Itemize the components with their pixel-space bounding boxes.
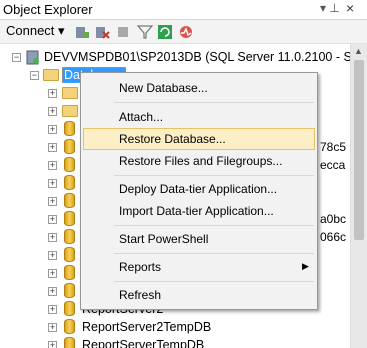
- expand-icon[interactable]: +: [48, 341, 57, 348]
- activity-monitor-icon[interactable]: [178, 24, 194, 40]
- menu-item-label: Import Data-tier Application...: [119, 204, 274, 218]
- folder-icon: [62, 105, 78, 117]
- tree-node-database[interactable]: +: [0, 192, 80, 210]
- expand-icon[interactable]: +: [48, 287, 57, 296]
- collapse-icon[interactable]: −: [12, 53, 21, 62]
- menu-separator: [114, 175, 314, 176]
- tree-node-database[interactable]: +: [0, 264, 80, 282]
- refresh-icon[interactable]: [157, 24, 173, 40]
- close-icon[interactable]: ×: [346, 0, 354, 16]
- expand-icon[interactable]: +: [48, 107, 57, 116]
- tree-node-database[interactable]: +: [0, 174, 80, 192]
- expand-icon[interactable]: +: [48, 323, 57, 332]
- menu-item-label: Deploy Data-tier Application...: [119, 182, 278, 196]
- toolbar: Connect ▾: [0, 20, 367, 44]
- database-label: ReportServerTempDB: [82, 338, 205, 348]
- tree-node-database[interactable]: +: [0, 246, 80, 264]
- tree-node-database[interactable]: +: [0, 228, 80, 246]
- database-icon: [64, 265, 75, 280]
- connect-server-icon[interactable]: [74, 24, 90, 40]
- folder-icon: [43, 69, 59, 81]
- expand-icon[interactable]: +: [48, 305, 57, 314]
- menu-item-label: Restore Database...: [119, 132, 226, 146]
- database-icon: [64, 193, 75, 208]
- expand-icon[interactable]: +: [48, 143, 57, 152]
- menu-item-label: Start PowerShell: [119, 232, 209, 246]
- scroll-up-icon[interactable]: ▲: [354, 46, 363, 56]
- server-label: DEVVMSPDB01\SP2013DB (SQL Server 11.0.21…: [44, 50, 350, 64]
- menu-item-attach[interactable]: Attach...: [83, 106, 315, 128]
- menu-item-label: Restore Files and Filegroups...: [119, 154, 283, 168]
- database-icon: [64, 175, 75, 190]
- menu-separator: [114, 102, 314, 103]
- menu-separator: [114, 253, 314, 254]
- menu-item-label: Refresh: [119, 288, 162, 302]
- expand-icon[interactable]: +: [48, 89, 57, 98]
- connect-button[interactable]: Connect ▾: [6, 23, 65, 39]
- tree-node-database[interactable]: +: [0, 120, 80, 138]
- expand-icon[interactable]: +: [48, 251, 57, 260]
- tree-node-database[interactable]: + ReportServerTempDB: [0, 336, 250, 348]
- database-icon: [64, 139, 75, 154]
- menu-separator: [114, 281, 314, 282]
- expand-icon[interactable]: +: [48, 125, 57, 134]
- database-icon: [64, 157, 75, 172]
- disconnect-icon[interactable]: [94, 24, 110, 40]
- context-menu: New Database... Attach... Restore Databa…: [80, 72, 318, 310]
- partial-database-label: 78c5: [320, 140, 347, 154]
- database-icon: [64, 337, 75, 348]
- server-icon: [26, 50, 39, 65]
- expand-icon[interactable]: +: [48, 161, 57, 170]
- menu-item-start-powershell[interactable]: Start PowerShell: [83, 228, 315, 250]
- vertical-scrollbar[interactable]: ▲: [350, 44, 367, 348]
- database-icon: [64, 229, 75, 244]
- database-icon: [64, 301, 75, 316]
- expand-icon[interactable]: +: [48, 215, 57, 224]
- menu-item-label: Reports: [119, 260, 162, 274]
- partial-database-label: 066c: [320, 230, 347, 244]
- scrollbar-thumb[interactable]: [354, 60, 364, 240]
- menu-item-deploy-dac[interactable]: Deploy Data-tier Application...: [83, 178, 315, 200]
- menu-item-refresh[interactable]: Refresh: [83, 284, 315, 306]
- database-icon: [64, 247, 75, 262]
- menu-item-label: Attach...: [119, 110, 164, 124]
- expand-icon[interactable]: +: [48, 197, 57, 206]
- menu-item-label: New Database...: [119, 81, 208, 95]
- submenu-arrow-icon: ▶: [302, 261, 309, 271]
- filter-icon[interactable]: [137, 24, 153, 40]
- menu-item-restore-files-filegroups[interactable]: Restore Files and Filegroups...: [83, 150, 315, 172]
- tree-node-database[interactable]: +: [0, 282, 80, 300]
- expand-icon[interactable]: +: [48, 179, 57, 188]
- menu-item-new-database[interactable]: New Database...: [83, 77, 315, 99]
- tree-node-folder[interactable]: +: [0, 102, 80, 120]
- tree-node-server[interactable]: − DEVVMSPDB01\SP2013DB (SQL Server 11.0.…: [0, 48, 350, 66]
- object-explorer-titlebar: Object Explorer ▾ ⊥ ×: [0, 0, 367, 20]
- pin-icon[interactable]: ▾ ⊥: [320, 1, 340, 15]
- database-label: ReportServer2TempDB: [82, 320, 212, 334]
- tree-node-database[interactable]: + ReportServer2TempDB: [0, 318, 250, 336]
- tree-node-database[interactable]: +: [0, 138, 80, 156]
- menu-item-restore-database[interactable]: Restore Database...: [83, 128, 315, 150]
- folder-icon: [62, 87, 78, 99]
- menu-item-reports[interactable]: Reports ▶: [83, 256, 315, 278]
- database-icon: [64, 283, 75, 298]
- database-icon: [64, 211, 75, 226]
- collapse-icon[interactable]: −: [30, 71, 39, 80]
- menu-item-import-dac[interactable]: Import Data-tier Application...: [83, 200, 315, 222]
- database-icon: [64, 121, 75, 136]
- expand-icon[interactable]: +: [48, 269, 57, 278]
- partial-database-label: ecca: [320, 158, 346, 172]
- database-icon: [64, 319, 75, 334]
- partial-database-label: a0bc: [320, 212, 347, 226]
- stop-icon[interactable]: [115, 24, 131, 40]
- tree-node-folder[interactable]: +: [0, 84, 80, 102]
- expand-icon[interactable]: +: [48, 233, 57, 242]
- tree-node-database[interactable]: +: [0, 156, 80, 174]
- menu-separator: [114, 225, 314, 226]
- panel-title: Object Explorer: [3, 2, 93, 17]
- tree-node-database[interactable]: +: [0, 210, 80, 228]
